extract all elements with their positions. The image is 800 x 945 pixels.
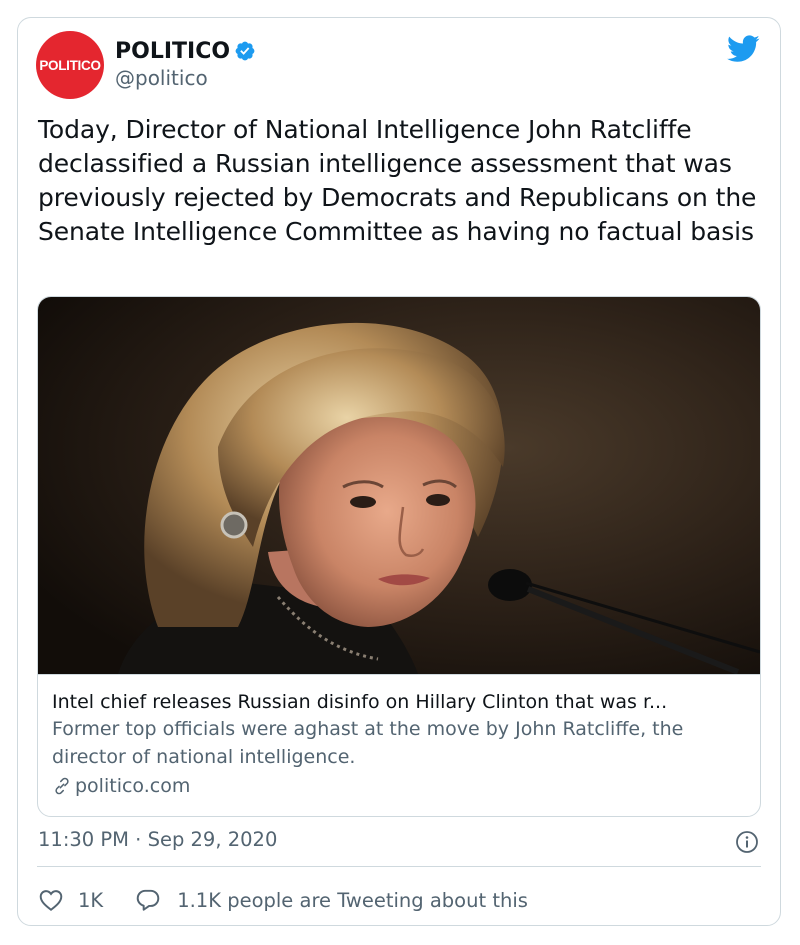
avatar[interactable]: POLITICO [36,31,104,99]
speech-bubble-icon [136,889,160,911]
link-domain-text: politico.com [75,775,191,797]
engagement-bar: 1K 1.1K people are Tweeting about this [38,885,528,915]
like-count: 1K [78,888,104,912]
heart-icon [39,890,63,911]
like-button[interactable]: 1K [38,887,103,913]
link-preview-title[interactable]: Intel chief releases Russian disinfo on … [52,689,742,715]
link-preview-description: Former top officials were aghast at the … [52,718,684,768]
author-display-name[interactable]: POLITICO [115,39,230,64]
verified-badge-icon [235,41,255,61]
info-icon[interactable] [735,830,759,854]
tweet-text: Today, Director of National Intelligence… [38,115,757,246]
link-preview-image[interactable] [38,297,760,674]
author-name-row[interactable]: POLITICO [115,37,256,65]
link-preview-body[interactable]: Intel chief releases Russian disinfo on … [38,674,760,816]
twitter-bird-icon[interactable] [727,35,760,63]
divider [37,866,761,867]
tweet-timestamp[interactable]: 11:30 PM · Sep 29, 2020 [38,828,277,851]
link-icon [55,777,69,795]
avatar-logo-text: POLITICO [39,57,101,73]
link-preview-domain[interactable]: politico.com [52,773,190,799]
conversation-text: 1.1K people are Tweeting about this [177,888,528,912]
link-preview-card[interactable]: Intel chief releases Russian disinfo on … [37,296,761,817]
conversation-button[interactable]: 1.1K people are Tweeting about this [135,887,528,913]
author-handle[interactable]: @politico [115,66,208,90]
